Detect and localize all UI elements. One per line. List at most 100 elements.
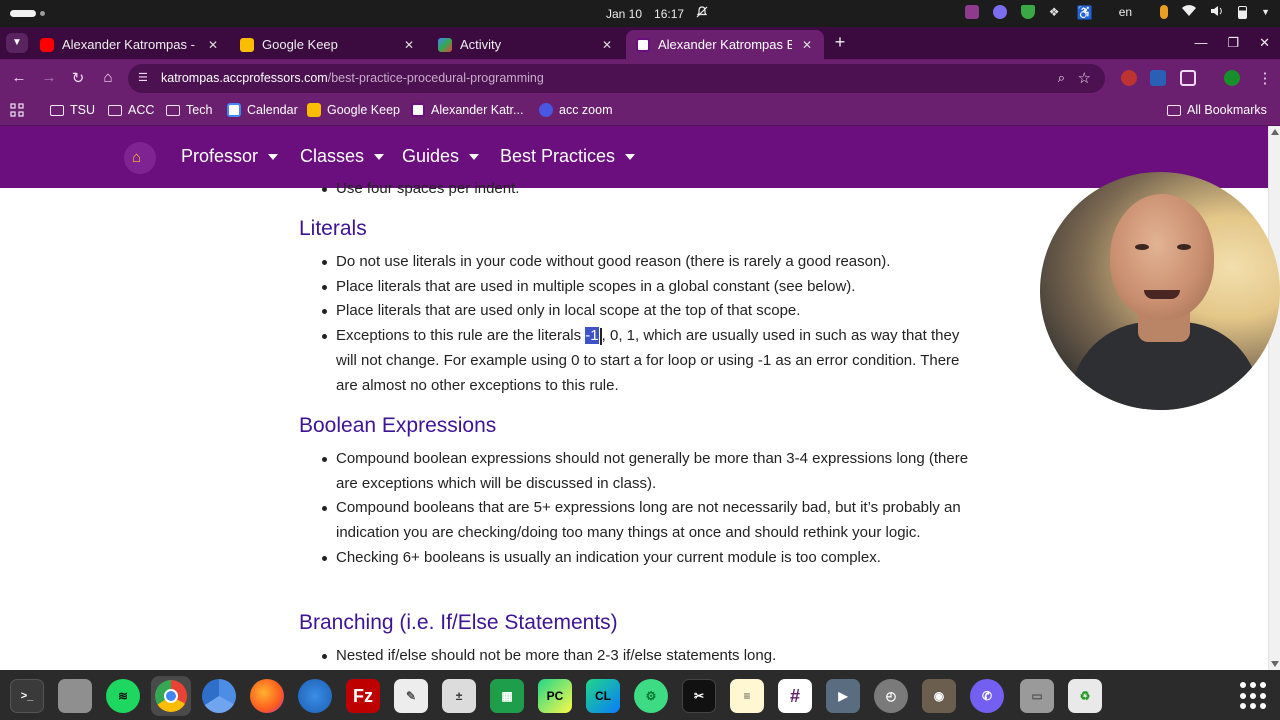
clock-icon[interactable]: ◴ <box>874 679 908 713</box>
date-text: Jan 10 <box>606 6 643 21</box>
close-icon[interactable]: ✕ <box>600 38 614 52</box>
tab-google-keep[interactable]: Google Keep ✕ <box>230 30 426 59</box>
home-icon[interactable]: ⌂ <box>99 69 117 86</box>
address-bar[interactable]: ☰ katrompas.accprofessors.com/best-pract… <box>128 64 1105 93</box>
shield-icon[interactable] <box>1020 5 1035 19</box>
minimize-icon[interactable]: — <box>1194 35 1207 51</box>
trash-icon[interactable]: ♻ <box>1068 679 1102 713</box>
nav-menu-label: Professor <box>181 146 259 166</box>
taskbar-dock: >_ ≋ Fz ✎ ± ▦ PC CL ⚙ ✂ ≡ # ▶ ◴ ◉ ✆ ▭ ♻ <box>0 670 1280 720</box>
close-window-icon[interactable]: ✕ <box>1259 35 1270 51</box>
android-studio-icon[interactable]: ⚙ <box>634 679 668 713</box>
tab-title: Alexander Katrompas Be <box>658 37 792 52</box>
presenter-eye <box>1135 244 1149 250</box>
tab-katrompas-best-practices[interactable]: Alexander Katrompas Be ✕ <box>626 30 824 59</box>
bookmark-label: TSU <box>70 103 95 117</box>
show-apps-grid-icon[interactable] <box>1240 682 1268 710</box>
bookmark-katrompas[interactable]: Alexander Katr... <box>411 103 523 117</box>
vpn-icon[interactable] <box>992 5 1007 19</box>
site-info-icon[interactable]: ☰ <box>138 71 152 85</box>
bookmark-label: Calendar <box>247 103 298 117</box>
terminal-icon[interactable]: >_ <box>10 679 44 713</box>
spreadsheet-icon[interactable]: ▦ <box>490 679 524 713</box>
maximize-icon[interactable]: ❐ <box>1227 35 1239 51</box>
battery-icon[interactable] <box>1238 5 1248 19</box>
scroll-down-arrow-icon[interactable] <box>1271 661 1279 667</box>
page-scrollbar[interactable] <box>1268 126 1280 670</box>
scroll-up-arrow-icon[interactable] <box>1271 129 1279 135</box>
filezilla-icon[interactable]: Fz <box>346 679 380 713</box>
all-bookmarks-folder[interactable]: All Bookmarks <box>1167 103 1267 117</box>
text-editor-icon[interactable]: ✎ <box>394 679 428 713</box>
chromium-icon[interactable] <box>202 679 236 713</box>
new-tab-plus-icon[interactable]: + <box>830 32 850 53</box>
wifi-icon[interactable] <box>1182 5 1197 19</box>
back-arrow-icon[interactable]: ← <box>10 69 28 86</box>
firefox-icon[interactable] <box>250 679 284 713</box>
home-icon: ⌂ <box>132 149 142 166</box>
selected-text[interactable]: -1 <box>585 327 599 345</box>
extension-record-icon[interactable] <box>1121 70 1137 86</box>
close-icon[interactable]: ✕ <box>402 38 416 52</box>
folder-icon <box>108 104 122 116</box>
nav-menu-best-practices[interactable]: Best Practices <box>500 146 636 167</box>
extension-translate-icon[interactable] <box>1150 70 1166 86</box>
google-keep-icon <box>307 103 321 117</box>
chrome-icon[interactable] <box>151 676 191 716</box>
nav-menu-guides[interactable]: Guides <box>402 146 480 167</box>
power-menu-icon[interactable]: ▼ <box>1261 7 1270 17</box>
reload-icon[interactable]: ↻ <box>69 69 87 87</box>
nav-menu-label: Classes <box>300 146 365 166</box>
tray-app-icon[interactable] <box>964 5 979 19</box>
clion-icon[interactable]: CL <box>586 679 620 713</box>
extensions-puzzle-icon[interactable] <box>1180 70 1196 86</box>
zoom-icon[interactable]: ⌕ <box>1058 70 1065 86</box>
capcut-icon[interactable]: ✂ <box>682 679 716 713</box>
list-item: Compound booleans that are 5+ expression… <box>322 496 976 545</box>
clock[interactable]: Jan 10 16:17 <box>606 6 708 21</box>
activities-indicator[interactable] <box>10 10 45 17</box>
site-home-button[interactable]: ⌂ <box>124 142 156 174</box>
close-icon[interactable]: ✕ <box>800 38 814 52</box>
tab-youtube[interactable]: Alexander Katrompas - Y ✕ <box>30 30 230 59</box>
drive-icon[interactable]: ▭ <box>1020 679 1054 713</box>
slack-icon[interactable]: # <box>778 679 812 713</box>
profile-avatar-icon[interactable] <box>1224 70 1240 86</box>
nav-menu-label: Best Practices <box>500 146 616 166</box>
bookmark-star-icon[interactable]: ☆ <box>1078 69 1091 87</box>
close-icon[interactable]: ✕ <box>206 38 220 52</box>
language-indicator[interactable]: en <box>1119 5 1132 19</box>
viber-icon[interactable]: ✆ <box>970 679 1004 713</box>
spotify-icon[interactable]: ≋ <box>106 679 140 713</box>
tab-search-button[interactable]: ▼ <box>6 33 28 53</box>
thunderbird-icon[interactable] <box>298 679 332 713</box>
apps-grid-icon[interactable] <box>10 103 24 117</box>
previous-section-list: Use four spaces per indent. <box>322 177 976 202</box>
caret-down-icon <box>625 153 636 160</box>
bookmark-calendar[interactable]: Calendar <box>227 103 298 117</box>
branching-list: Nested if/else should not be more than 2… <box>322 644 976 669</box>
files-icon[interactable] <box>58 679 92 713</box>
browser-menu-icon[interactable]: ⋮ <box>1256 69 1274 87</box>
calculator-icon[interactable]: ± <box>442 679 476 713</box>
accessibility-icon[interactable]: ♿ <box>1077 5 1093 20</box>
volume-icon[interactable] <box>1210 5 1224 19</box>
notes-icon[interactable]: ≡ <box>730 679 764 713</box>
forward-arrow-icon[interactable]: → <box>40 69 58 86</box>
microphone-icon[interactable] <box>1160 5 1169 19</box>
list-item: Nested if/else should not be more than 2… <box>322 644 976 669</box>
bookmark-acc-zoom[interactable]: acc zoom <box>539 103 613 117</box>
list-item: Place literals that are used in multiple… <box>322 275 976 300</box>
dropbox-icon[interactable]: ❖ <box>1049 5 1063 19</box>
tab-activity[interactable]: Activity ✕ <box>428 30 624 59</box>
bookmark-google-keep[interactable]: Google Keep <box>307 103 400 117</box>
nav-menu-classes[interactable]: Classes <box>300 146 385 167</box>
media-player-icon[interactable]: ▶ <box>826 679 860 713</box>
bookmark-folder-tech[interactable]: Tech <box>166 103 212 117</box>
nav-menu-professor[interactable]: Professor <box>181 146 279 167</box>
url-text[interactable]: katrompas.accprofessors.com/best-practic… <box>161 71 544 85</box>
bookmark-folder-acc[interactable]: ACC <box>108 103 154 117</box>
bookmark-folder-tsu[interactable]: TSU <box>50 103 95 117</box>
pycharm-icon[interactable]: PC <box>538 679 572 713</box>
gimp-icon[interactable]: ◉ <box>922 679 956 713</box>
